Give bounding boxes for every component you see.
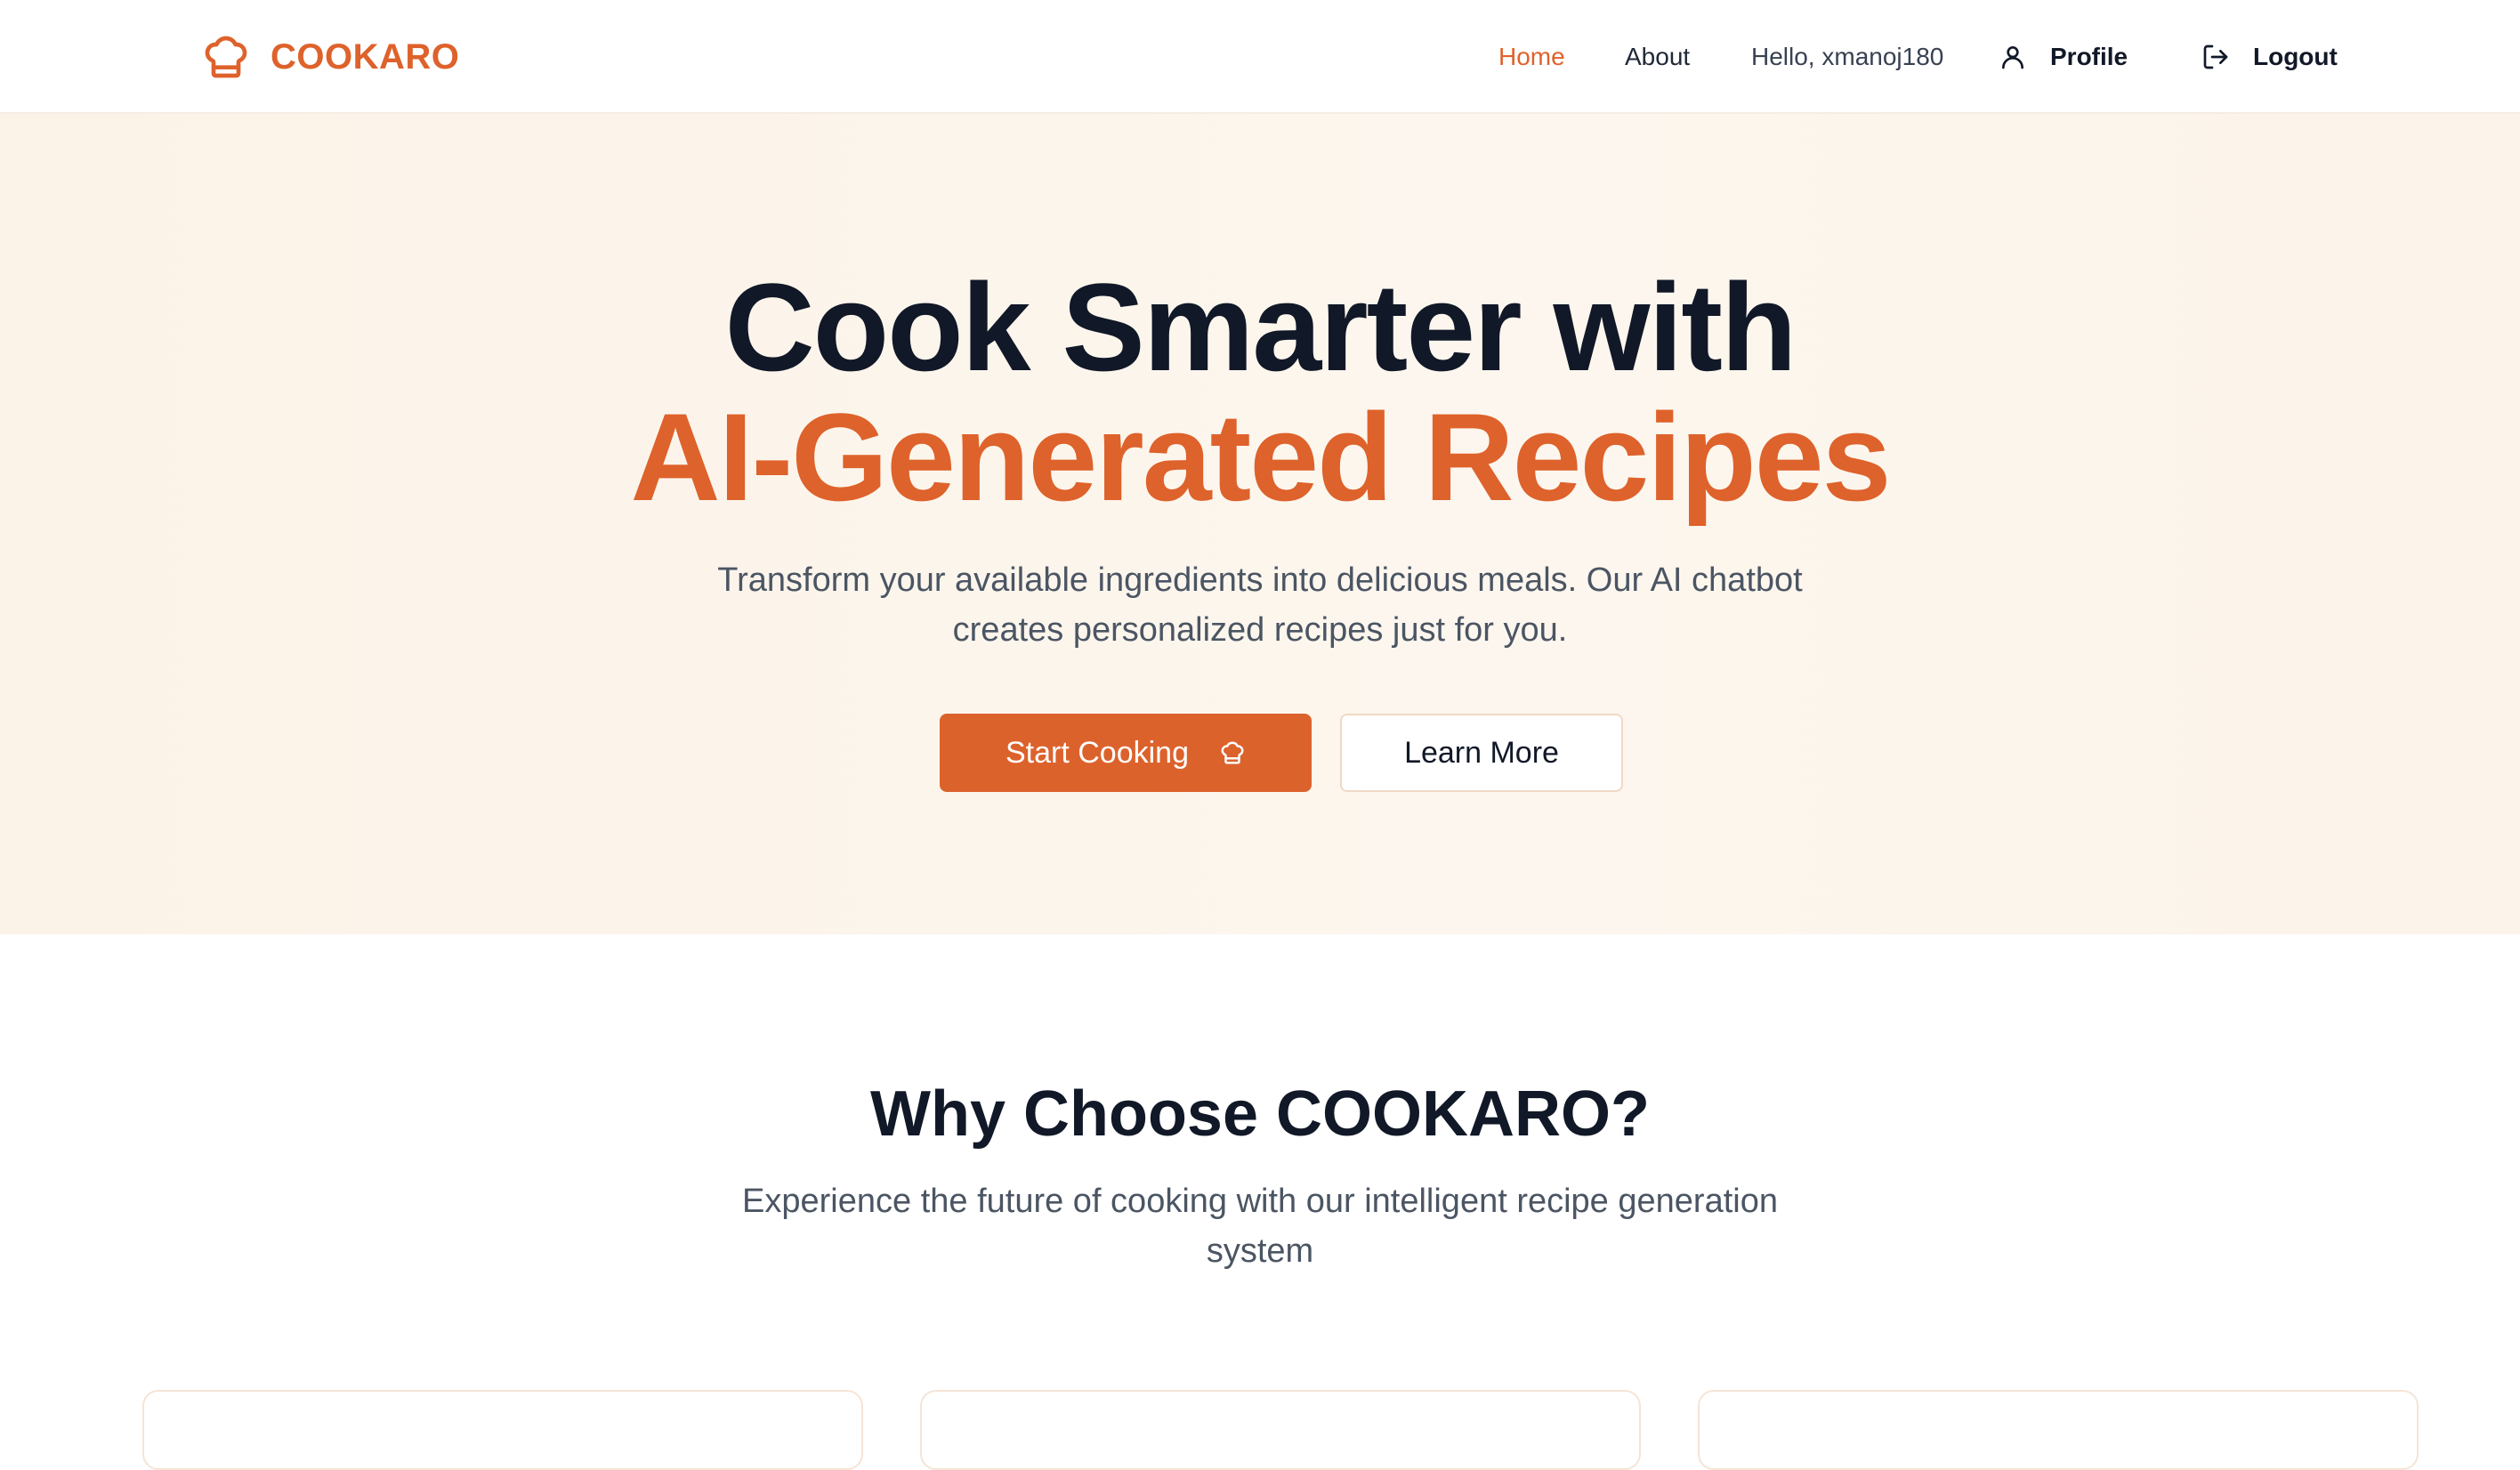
- nav-home-link[interactable]: Home: [1498, 36, 1565, 78]
- chef-hat-icon: [201, 32, 251, 82]
- logout-button[interactable]: Logout: [2201, 32, 2338, 82]
- feature-card: [920, 1390, 1641, 1470]
- hero-subtitle: Transform your available ingredients int…: [717, 561, 1803, 649]
- features-title: Why Choose COOKARO?: [870, 1078, 1650, 1150]
- user-greeting: Hello, xmanoj180: [1751, 43, 1944, 70]
- hero-title-highlight: AI-Generated Recipes: [630, 387, 1892, 527]
- brand-logo[interactable]: COOKARO: [201, 30, 459, 84]
- profile-button-label: Profile: [2050, 43, 2128, 70]
- profile-button[interactable]: Profile: [1999, 32, 2128, 82]
- start-cooking-label: Start Cooking: [1006, 735, 1189, 770]
- brand-name: COOKARO: [271, 36, 460, 77]
- learn-more-label: Learn More: [1404, 735, 1559, 770]
- hero-title-line1: Cook Smarter with: [724, 257, 1797, 397]
- logout-button-label: Logout: [2253, 43, 2338, 70]
- chef-hat-icon: [1189, 739, 1246, 766]
- top-navbar: COOKARO Home About Hello, xmanoj180 Prof…: [0, 0, 2520, 114]
- logout-icon: [2201, 43, 2253, 71]
- user-icon: [1999, 43, 2050, 71]
- feature-card: [142, 1390, 863, 1470]
- feature-card: [1698, 1390, 2419, 1470]
- start-cooking-button[interactable]: Start Cooking: [940, 714, 1312, 792]
- learn-more-button[interactable]: Learn More: [1340, 714, 1623, 792]
- nav-about-link[interactable]: About: [1625, 36, 1690, 78]
- hero-section: Cook Smarter with AI-Generated Recipes T…: [0, 114, 2520, 934]
- features-subtitle: Experience the future of cooking with ou…: [742, 1183, 1778, 1270]
